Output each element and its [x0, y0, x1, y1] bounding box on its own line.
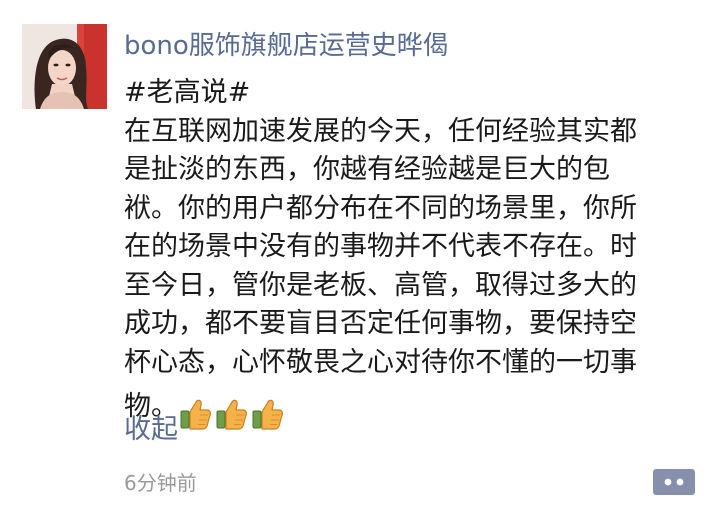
post-timestamp: 6分钟前 — [124, 471, 197, 495]
post-hashtag[interactable]: #老高说# — [124, 74, 699, 113]
post-text-line: 成功，都不要盲目否定任何事物，要保持空 — [124, 308, 637, 339]
emoji-group — [178, 394, 286, 433]
avatar-image — [22, 24, 107, 109]
post-text-line: 杯心态，心怀敬畏之心对待你不懂的一切事 — [124, 346, 637, 378]
post-text-line: 至今日，管你是老板、高管，取得过多大的 — [124, 269, 637, 301]
post-text-last-line: 物。 — [124, 388, 699, 433]
post-text-line: 在互联网加速发展的今天，任何经验其实都 — [124, 115, 637, 147]
post-text-line: 是扯淡的东西，你越有经验越是巨大的包 — [124, 154, 610, 185]
post-text-line: 袱。你的用户都分布在不同的场景里，你所 — [124, 192, 637, 224]
moments-post: bono服饰旗舰店运营史晔偈 #老高说# 在互联网加速发展的今天，任何经验其实都… — [0, 0, 719, 523]
post-content: #老高说# 在互联网加速发展的今天，任何经验其实都 是扯淡的东西，你越有经验越是… — [124, 74, 699, 433]
comment-more-button[interactable] — [653, 467, 695, 497]
more-dots-icon — [653, 469, 695, 495]
post-text-line: 在的场景中没有的事物并不代表不存在。时 — [124, 231, 637, 262]
avatar[interactable] — [22, 24, 107, 109]
thumbs-up-icon — [180, 399, 211, 430]
collapse-button[interactable]: 收起 — [124, 410, 178, 450]
author-name[interactable]: bono服饰旗舰店运营史晔偈 — [124, 26, 449, 66]
thumbs-up-icon — [216, 399, 247, 430]
thumbs-up-icon — [252, 399, 283, 430]
